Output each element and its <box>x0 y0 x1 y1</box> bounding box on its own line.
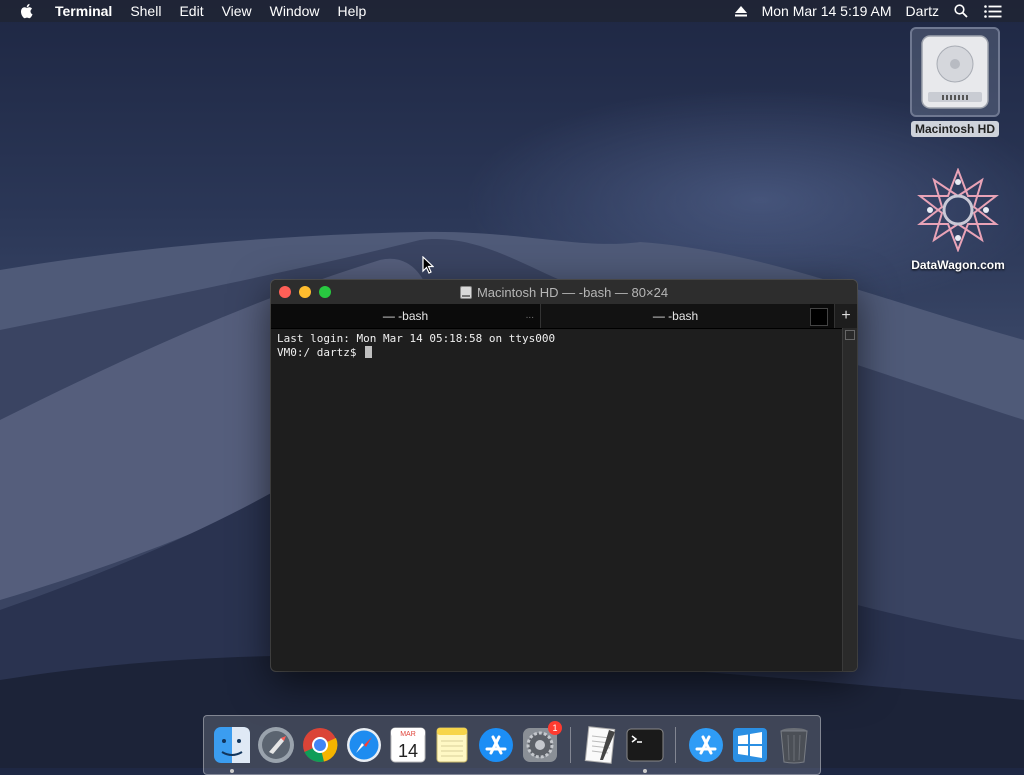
datawagon-logo-icon <box>917 168 999 252</box>
dock-safari[interactable] <box>344 725 384 765</box>
dock-trash[interactable] <box>774 725 814 765</box>
launchpad-icon <box>258 727 294 763</box>
menu-shell[interactable]: Shell <box>121 0 170 22</box>
dock-textedit[interactable] <box>581 725 621 765</box>
dock-calendar[interactable]: MAR 14 <box>388 725 428 765</box>
menu-window[interactable]: Window <box>261 0 329 22</box>
shell-prompt: VM0:/ dartz$ <box>277 346 357 359</box>
calendar-day: 14 <box>398 741 418 761</box>
dock-separator <box>675 727 676 763</box>
dock-app-store[interactable] <box>476 725 516 765</box>
dock-finder[interactable] <box>212 725 252 773</box>
menu-clock[interactable]: Mon Mar 14 5:19 AM <box>755 0 899 22</box>
menu-bar: Terminal Shell Edit View Window Help Mon… <box>0 0 1024 22</box>
tab-label: — -bash <box>652 309 699 323</box>
dock-notes[interactable] <box>432 725 472 765</box>
tab-bar: — -bash ... — -bash + <box>271 304 857 329</box>
notification-center-icon[interactable] <box>976 0 1024 22</box>
tab-overview-button[interactable] <box>810 308 828 326</box>
split-pane-icon[interactable] <box>845 330 855 340</box>
running-indicator <box>230 769 234 773</box>
text-cursor <box>365 346 373 358</box>
menu-app-terminal[interactable]: Terminal <box>46 0 121 22</box>
dock-launchpad[interactable] <box>256 725 296 765</box>
terminal-window[interactable]: Macintosh HD — -bash — 80×24 — -bash ...… <box>271 280 857 671</box>
app-store-icon <box>479 728 513 762</box>
notification-badge: 1 <box>548 721 562 735</box>
vertical-scrollbar[interactable] <box>842 328 857 671</box>
terminal-output[interactable]: Last login: Mon Mar 14 05:18:58 on ttys0… <box>271 328 843 671</box>
desktop-icon-macintosh-hd[interactable]: Macintosh HD <box>910 27 1000 137</box>
tab-bash-1[interactable]: — -bash ... <box>271 304 540 328</box>
dock-separator <box>570 727 571 763</box>
notes-icon <box>436 727 468 763</box>
apple-menu-icon[interactable] <box>0 0 46 22</box>
close-button[interactable] <box>279 286 291 298</box>
windows-icon <box>733 728 767 762</box>
eject-icon[interactable] <box>727 0 755 22</box>
finder-icon <box>214 727 250 763</box>
menu-help[interactable]: Help <box>328 0 375 22</box>
calendar-month: MAR <box>400 731 416 738</box>
menu-view[interactable]: View <box>213 0 261 22</box>
calendar-icon: MAR 14 <box>390 727 426 763</box>
new-tab-button[interactable]: + <box>834 304 857 328</box>
hard-drive-icon <box>921 35 989 109</box>
dock-system-preferences[interactable]: 1 <box>520 721 562 765</box>
minimize-button[interactable] <box>299 286 311 298</box>
terminal-icon <box>626 728 664 762</box>
app-store-downloads-icon <box>689 728 723 762</box>
window-title: Macintosh HD — -bash — 80×24 <box>476 284 669 300</box>
tab-label: — -bash <box>382 309 429 323</box>
menu-user[interactable]: Dartz <box>899 0 946 22</box>
tab-bash-2[interactable]: — -bash <box>540 304 810 328</box>
running-indicator <box>643 769 647 773</box>
prompt-line: VM0:/ dartz$ <box>277 346 837 360</box>
dock-chrome[interactable] <box>300 725 340 765</box>
dock-windows[interactable] <box>730 725 770 765</box>
chrome-icon <box>303 728 338 762</box>
tab-overflow-indicator: ... <box>525 310 534 321</box>
desktop-icon-label: Macintosh HD <box>910 121 999 137</box>
spotlight-search-icon[interactable] <box>946 0 976 22</box>
desktop-icon-label: DataWagon.com <box>911 258 1005 272</box>
desktop-icon-datawagon[interactable]: DataWagon.com <box>895 168 1021 272</box>
dock-terminal[interactable] <box>625 725 665 773</box>
trash-icon <box>780 728 808 764</box>
dock-app-store-downloads[interactable] <box>686 725 726 765</box>
window-titlebar[interactable]: Macintosh HD — -bash — 80×24 <box>271 280 857 304</box>
menu-edit[interactable]: Edit <box>170 0 212 22</box>
dock: MAR 14 1 <box>203 715 821 775</box>
safari-icon <box>347 728 381 762</box>
textedit-icon <box>584 726 616 764</box>
disk-proxy-icon <box>459 285 472 299</box>
zoom-button[interactable] <box>319 286 331 298</box>
mouse-pointer-icon <box>422 256 434 274</box>
output-line: Last login: Mon Mar 14 05:18:58 on ttys0… <box>277 332 556 345</box>
plus-icon: + <box>841 307 851 324</box>
